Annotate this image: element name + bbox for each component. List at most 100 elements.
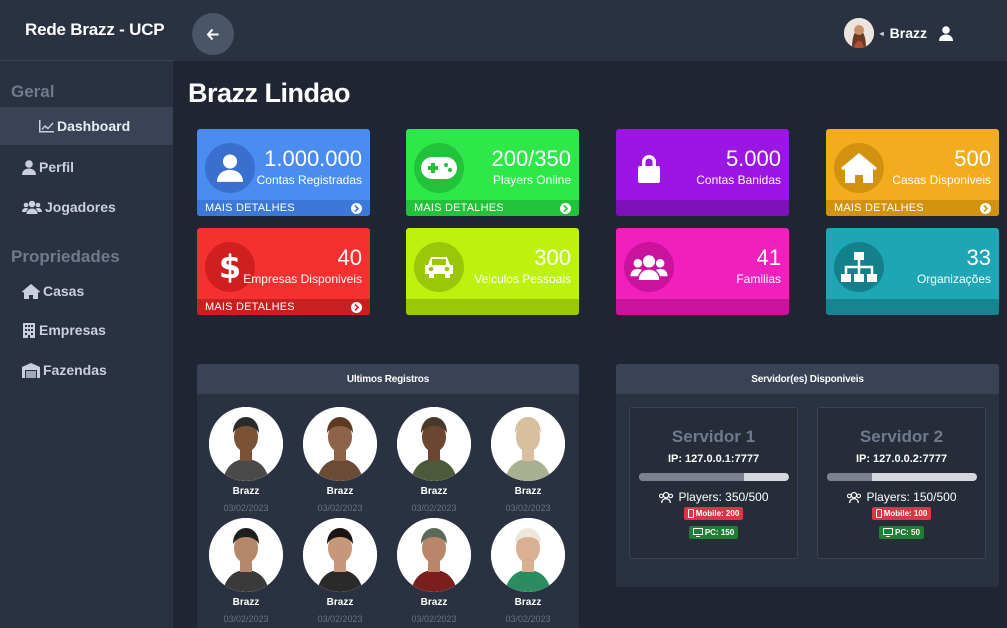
desktop-icon bbox=[883, 528, 894, 537]
player-date: 03/02/2023 bbox=[505, 503, 551, 513]
mobile-icon bbox=[687, 509, 694, 518]
sidebar-item-perfil[interactable]: Perfil bbox=[0, 148, 173, 186]
sidebar-item-casas[interactable]: Casas bbox=[0, 272, 173, 310]
mobile-count: Mobile: 100 bbox=[883, 509, 928, 518]
stat-label: Organizações bbox=[916, 272, 991, 286]
server-players: Players: 150/500 bbox=[818, 490, 985, 504]
stat-card[interactable]: 300 Veiculos Pessoais bbox=[406, 228, 579, 315]
user-icon bbox=[205, 143, 255, 193]
arrow-right-circle-icon bbox=[560, 202, 571, 214]
svg-text:$: $ bbox=[220, 250, 240, 284]
warehouse-icon bbox=[22, 362, 40, 378]
arrow-right-circle-icon bbox=[351, 202, 362, 214]
pc-badge: PC: 150 bbox=[688, 526, 739, 539]
pc-badge: PC: 50 bbox=[879, 526, 924, 539]
player-name: Brazz bbox=[420, 486, 448, 497]
player-avatar bbox=[397, 407, 471, 481]
server-card: Servidor 1 IP: 127.0.0.1:7777 Players: 350… bbox=[629, 407, 798, 559]
card-footer bbox=[826, 299, 999, 315]
player-card[interactable]: Brazz 03/02/2023 bbox=[488, 407, 568, 513]
sitemap-icon bbox=[834, 242, 884, 292]
gamepad-icon bbox=[414, 143, 464, 193]
card-footer bbox=[616, 299, 789, 315]
player-avatar bbox=[209, 407, 283, 481]
house-icon bbox=[834, 143, 884, 193]
server-progress-bar bbox=[638, 473, 789, 481]
stat-card[interactable]: 1.000.000 Contas Registradas MAIS DETALHES bbox=[197, 129, 370, 216]
registros-panel: Ultimos Registros Brazz 03/02/2023 Brazz 03… bbox=[197, 364, 579, 628]
player-name: Brazz bbox=[420, 597, 448, 608]
server-card: Servidor 2 IP: 127.0.0.2:7777 Players: 150… bbox=[817, 407, 986, 559]
player-name: Brazz bbox=[326, 486, 354, 497]
stat-value: 1.000.000 bbox=[264, 146, 362, 171]
building-icon bbox=[23, 322, 35, 338]
sidebar-item-dashboard[interactable]: Dashboard bbox=[0, 107, 173, 145]
pc-count: PC: 150 bbox=[704, 528, 735, 537]
player-date: 03/02/2023 bbox=[223, 503, 269, 513]
player-card[interactable]: Brazz 03/02/2023 bbox=[394, 407, 474, 513]
player-name: Brazz bbox=[232, 597, 260, 608]
stat-value: 5.000 bbox=[725, 146, 781, 171]
section-propriedades: Propriedades bbox=[11, 247, 120, 266]
lock-icon bbox=[624, 143, 674, 193]
sidebar-item-empresas[interactable]: Empresas bbox=[0, 311, 173, 349]
sidebar-item-jogadores[interactable]: Jogadores bbox=[0, 188, 173, 226]
sidebar-item-label: Dashboard bbox=[57, 118, 131, 134]
player-card[interactable]: Brazz 03/02/2023 bbox=[300, 407, 380, 513]
card-footer[interactable]: MAIS DETALHES bbox=[406, 200, 579, 216]
server-ip: IP: 127.0.0.1:7777 bbox=[667, 453, 760, 465]
house-icon bbox=[22, 283, 40, 299]
card-footer[interactable]: MAIS DETALHES bbox=[197, 299, 370, 315]
server-ip: IP: 127.0.0.2:7777 bbox=[855, 453, 948, 465]
player-avatar bbox=[303, 518, 377, 592]
card-footer bbox=[616, 200, 789, 216]
sidebar-item-label: Casas bbox=[43, 283, 85, 299]
player-card[interactable]: Brazz 03/02/2023 bbox=[488, 518, 568, 624]
card-footer bbox=[406, 299, 579, 315]
player-card[interactable]: Brazz 03/02/2023 bbox=[206, 407, 286, 513]
stat-card[interactable]: $40 Empresas Disponiveis MAIS DETALHES bbox=[197, 228, 370, 315]
player-card[interactable]: Brazz 03/02/2023 bbox=[300, 518, 380, 624]
player-date: 03/02/2023 bbox=[505, 614, 551, 624]
player-name: Brazz bbox=[326, 597, 354, 608]
player-avatar bbox=[397, 518, 471, 592]
section-geral: Geral bbox=[11, 82, 55, 101]
stat-card[interactable]: 5.000 Contas Banidas bbox=[616, 129, 789, 216]
more-details-link[interactable]: MAIS DETALHES bbox=[414, 202, 504, 214]
player-avatar bbox=[491, 518, 565, 592]
card-footer[interactable]: MAIS DETALHES bbox=[826, 200, 999, 216]
stat-value: 40 bbox=[337, 245, 362, 270]
server-name: Servidor 1 bbox=[671, 427, 756, 446]
stat-label: Empresas Disponiveis bbox=[243, 272, 362, 286]
player-date: 03/02/2023 bbox=[317, 503, 363, 513]
mobile-badge: Mobile: 100 bbox=[871, 507, 932, 520]
player-name: Brazz bbox=[514, 486, 542, 497]
stat-card[interactable]: 33 Organizações bbox=[826, 228, 999, 315]
back-button[interactable] bbox=[192, 13, 234, 55]
sidebar-item-label: Fazendas bbox=[43, 362, 107, 378]
stat-value: 500 bbox=[954, 146, 991, 171]
stat-label: Familias bbox=[736, 272, 781, 286]
more-details-link[interactable]: MAIS DETALHES bbox=[834, 202, 924, 214]
card-footer[interactable]: MAIS DETALHES bbox=[197, 200, 370, 216]
sidebar-item-label: Perfil bbox=[39, 159, 75, 175]
player-card[interactable]: Brazz 03/02/2023 bbox=[206, 518, 286, 624]
stat-card[interactable]: 500 Casas Disponiveis MAIS DETALHES bbox=[826, 129, 999, 216]
more-details-link[interactable]: MAIS DETALHES bbox=[205, 301, 295, 313]
arrow-left-icon bbox=[207, 28, 219, 40]
caret-left-icon: ◂ bbox=[879, 28, 884, 38]
player-card[interactable]: Brazz 03/02/2023 bbox=[394, 518, 474, 624]
username: Brazz bbox=[889, 25, 927, 41]
user-menu[interactable]: ◂ Brazz bbox=[843, 18, 953, 48]
mobile-count: Mobile: 200 bbox=[695, 509, 740, 518]
brand-title[interactable]: Rede Brazz - UCP bbox=[0, 0, 173, 61]
user-icon bbox=[939, 25, 953, 41]
stat-card[interactable]: 200/350 Players Online MAIS DETALHES bbox=[406, 129, 579, 216]
sidebar-item-fazendas[interactable]: Fazendas bbox=[0, 351, 173, 389]
stat-label: Contas Registradas bbox=[256, 173, 362, 187]
more-details-link[interactable]: MAIS DETALHES bbox=[205, 202, 295, 214]
player-name: Brazz bbox=[514, 597, 542, 608]
stat-card[interactable]: 41 Familias bbox=[616, 228, 789, 315]
mobile-icon bbox=[875, 509, 882, 518]
sidebar-item-label: Jogadores bbox=[45, 199, 116, 215]
